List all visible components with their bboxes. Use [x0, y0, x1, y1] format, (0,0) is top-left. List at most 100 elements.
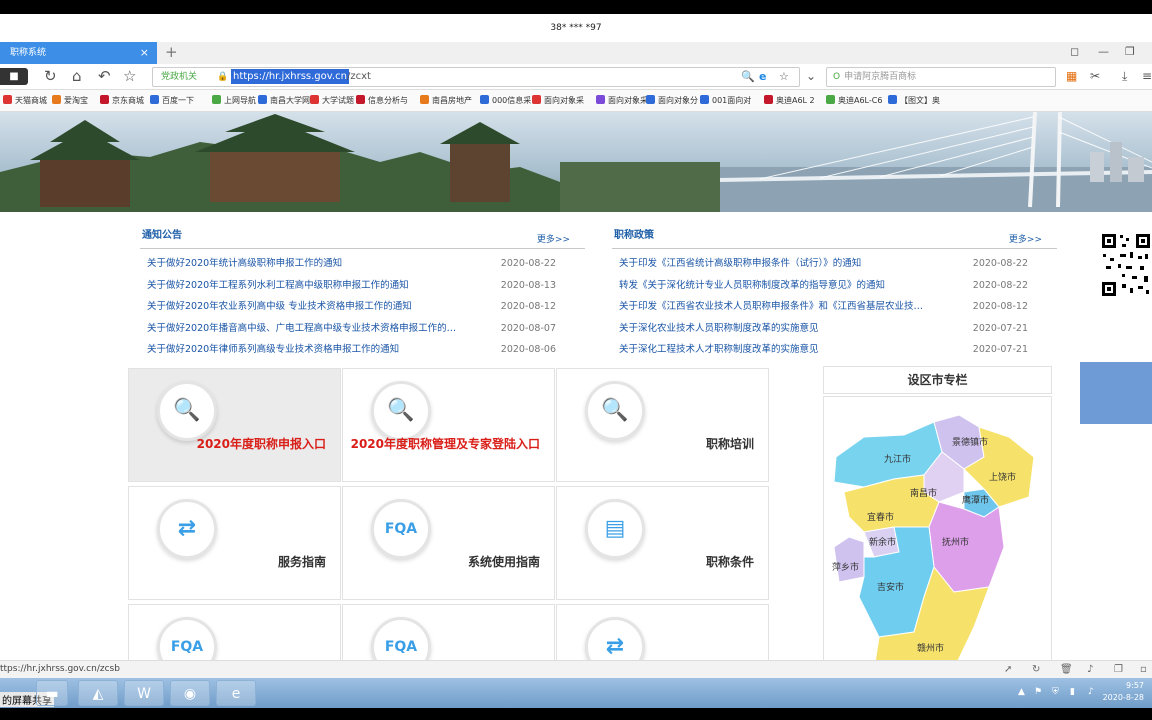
grid-cell-label[interactable]: 2020年度职称管理及专家登陆入口	[351, 435, 540, 452]
map-label-jingdezhen[interactable]: 景德镇市	[952, 435, 988, 448]
dropdown-icon[interactable]: ⌄	[806, 69, 816, 83]
bookmark-item[interactable]: 天猫商城	[3, 90, 47, 111]
ie-taskbar-icon[interactable]: e	[216, 680, 256, 706]
grid-cell-label[interactable]: 2020年度职称申报入口	[197, 435, 326, 452]
list-item-title[interactable]: 关于深化工程技术人才职称制度改革的实施意见	[619, 339, 964, 361]
map-label-yichun[interactable]: 宜春市	[867, 510, 894, 523]
list-item-title[interactable]: 关于深化农业技术人员职称制度改革的实施意见	[619, 318, 964, 340]
side-blue-panel[interactable]	[1080, 362, 1152, 424]
grid-cell-label[interactable]: 职称培训	[706, 435, 754, 452]
list-item[interactable]: 关于做好2020年播音高中级、广电工程高中级专业技术资格申报工作的… 2020-0…	[140, 318, 585, 340]
map-label-shangrao[interactable]: 上饶市	[989, 470, 1016, 483]
bookmark-item[interactable]: 百度一下	[150, 90, 194, 111]
map-label-pingxiang[interactable]: 萍乡市	[832, 560, 859, 573]
list-item[interactable]: 关于印发《江西省农业技术人员职称申报条件》和《江西省基层农业技… 2020-08-…	[612, 296, 1057, 318]
list-item[interactable]: 关于深化农业技术人员职称制度改革的实施意见 2020-07-21	[612, 318, 1057, 340]
home-icon[interactable]: ⌂	[72, 67, 82, 85]
grid-cell-label[interactable]: 系统使用指南	[468, 553, 540, 570]
grid-cell[interactable]: FQA 系统使用指南	[342, 486, 555, 600]
jiangxi-map[interactable]: 九江市 景德镇市 上饶市 南昌市 鹰潭市 宜春市 新余市 抚州市 萍乡市 吉安市…	[823, 396, 1052, 668]
list-item-title[interactable]: 关于做好2020年工程系列水利工程高中级职称申报工作的通知	[147, 275, 492, 297]
bookmark-item[interactable]: 信息分析与	[356, 90, 408, 111]
list-item[interactable]: 关于做好2020年农业系列高中级 专业技术资格申报工作的通知 2020-08-12	[140, 296, 585, 318]
list-item[interactable]: 关于深化工程技术人才职称制度改革的实施意见 2020-07-21	[612, 339, 1057, 361]
grid-cell[interactable]: 🔍 职称培训	[556, 368, 769, 482]
ie-icon[interactable]: e	[759, 68, 766, 86]
cut-icon[interactable]: ✂	[1090, 69, 1100, 83]
map-label-jian[interactable]: 吉安市	[877, 580, 904, 593]
grid-cell[interactable]: 🔍 2020年度职称管理及专家登陆入口	[342, 368, 555, 482]
list-item-title[interactable]: 关于做好2020年统计高级职称申报工作的通知	[147, 253, 492, 275]
list-item-title[interactable]: 关于做好2020年播音高中级、广电工程高中级专业技术资格申报工作的…	[147, 318, 492, 340]
new-tab-button[interactable]: +	[165, 42, 178, 62]
map-label-jiujiang[interactable]: 九江市	[884, 452, 911, 465]
download-icon[interactable]: ⤓	[1122, 69, 1127, 84]
shirt-icon[interactable]: ◻	[1070, 45, 1079, 58]
grid-cell[interactable]: 🔍 2020年度职称申报入口	[128, 368, 341, 482]
app-taskbar-icon[interactable]: ◭	[78, 680, 118, 706]
grid-cell[interactable]: ⇄ 服务指南	[128, 486, 341, 600]
map-label-xinyu[interactable]: 新余市	[869, 535, 896, 548]
star-icon[interactable]: ☆	[123, 67, 136, 85]
grid-cell-label[interactable]: 职称条件	[706, 553, 754, 570]
bookmark-item[interactable]: 000信息采	[480, 90, 531, 111]
policy-more-link[interactable]: 更多>>	[1009, 232, 1042, 245]
clock[interactable]: 9:57 2020-8-28	[1103, 680, 1144, 704]
map-label-yingtan[interactable]: 鹰潭市	[962, 493, 989, 506]
url-field[interactable]: 党政机关 🔒 https://hr.jxhrss.gov.cn /zcxt 🔍 …	[152, 67, 800, 87]
bookmark-item[interactable]: 南昌房地产	[420, 90, 472, 111]
grid-cell-label[interactable]: 服务指南	[278, 553, 326, 570]
bookmark-item[interactable]: 上网导航	[212, 90, 256, 111]
menu-icon[interactable]: ≡	[1142, 69, 1152, 83]
list-item[interactable]: 关于做好2020年工程系列水利工程高中级职称申报工作的通知 2020-08-13	[140, 275, 585, 297]
bookmark-item[interactable]: 南昌大学网	[258, 90, 310, 111]
refresh-icon[interactable]: ↻	[1032, 661, 1040, 678]
tray-shield-icon[interactable]: ⛨	[1052, 687, 1059, 697]
map-label-fuzhou[interactable]: 抚州市	[942, 535, 969, 548]
list-item[interactable]: 关于印发《江西省统计高级职称申报条件（试行）》的通知 2020-08-22	[612, 253, 1057, 275]
rocket-icon[interactable]: ➚	[1004, 661, 1012, 678]
map-label-ganzhou[interactable]: 赣州市	[917, 641, 944, 654]
zoom-icon[interactable]: 🔍	[741, 68, 755, 86]
list-item[interactable]: 关于做好2020年统计高级职称申报工作的通知 2020-08-22	[140, 253, 585, 275]
trash-icon[interactable]: 🗑	[1060, 661, 1073, 678]
list-item-title[interactable]: 关于做好2020年律师系列高级专业技术资格申报工作的通知	[147, 339, 492, 361]
restore-icon[interactable]: ❐	[1125, 45, 1135, 58]
list-item[interactable]: 关于做好2020年律师系列高级专业技术资格申报工作的通知 2020-08-06	[140, 339, 585, 361]
notices-more-link[interactable]: 更多>>	[537, 232, 570, 245]
tab-close-icon[interactable]: ×	[140, 42, 149, 64]
bookmark-item[interactable]: 京东商城	[100, 90, 144, 111]
bookmark-item[interactable]: 面向对象分	[646, 90, 698, 111]
tray-network-icon[interactable]: ▮	[1070, 687, 1075, 697]
bookmark-item[interactable]: 【图文】奥	[888, 90, 940, 111]
search-input[interactable]: O 申请阿京腾百商标	[826, 67, 1056, 87]
zoom-level-icon[interactable]: ▫	[1140, 661, 1147, 678]
sound-icon[interactable]: ♪	[1087, 661, 1093, 678]
bookmark-item[interactable]: 面向对象采	[532, 90, 584, 111]
undo-icon[interactable]: ↶	[98, 67, 111, 85]
tray-flag-icon[interactable]: ⚑	[1034, 687, 1042, 697]
tray-volume-icon[interactable]: ♪	[1088, 687, 1094, 697]
tray-arrow-icon[interactable]: ▲	[1018, 687, 1025, 697]
list-item-title[interactable]: 转发《关于深化统计专业人员职称制度改革的指导意见》的通知	[619, 275, 964, 297]
window-icon[interactable]: ❐	[1114, 661, 1123, 678]
bookmark-item[interactable]: 奥迪A6L 2	[764, 90, 815, 111]
bookmark-item[interactable]: 爱淘宝	[52, 90, 88, 111]
list-item-title[interactable]: 关于印发《江西省统计高级职称申报条件（试行）》的通知	[619, 253, 964, 275]
chrome-taskbar-icon[interactable]: ◉	[170, 680, 210, 706]
bookmark-item[interactable]: 大学试题	[310, 90, 354, 111]
list-item[interactable]: 转发《关于深化统计专业人员职称制度改革的指导意见》的通知 2020-08-22	[612, 275, 1057, 297]
list-item-title[interactable]: 关于做好2020年农业系列高中级 专业技术资格申报工作的通知	[147, 296, 492, 318]
list-item-title[interactable]: 关于印发《江西省农业技术人员职称申报条件》和《江西省基层农业技…	[619, 296, 964, 318]
stop-icon[interactable]: ■	[0, 68, 28, 85]
favorite-icon[interactable]: ☆	[779, 68, 789, 86]
map-label-nanchang[interactable]: 南昌市	[910, 486, 937, 499]
grid-cell[interactable]: ▤ 职称条件	[556, 486, 769, 600]
minimize-icon[interactable]: —	[1098, 45, 1109, 58]
reload-icon[interactable]: ↻	[44, 67, 57, 85]
wps-taskbar-icon[interactable]: W	[124, 680, 164, 706]
bookmark-item[interactable]: 奥迪A6L-C6	[826, 90, 882, 111]
bookmark-item[interactable]: 001面向对	[700, 90, 751, 111]
apps-icon[interactable]: ▦	[1066, 69, 1077, 83]
bookmark-item[interactable]: 面向对象采	[596, 90, 648, 111]
